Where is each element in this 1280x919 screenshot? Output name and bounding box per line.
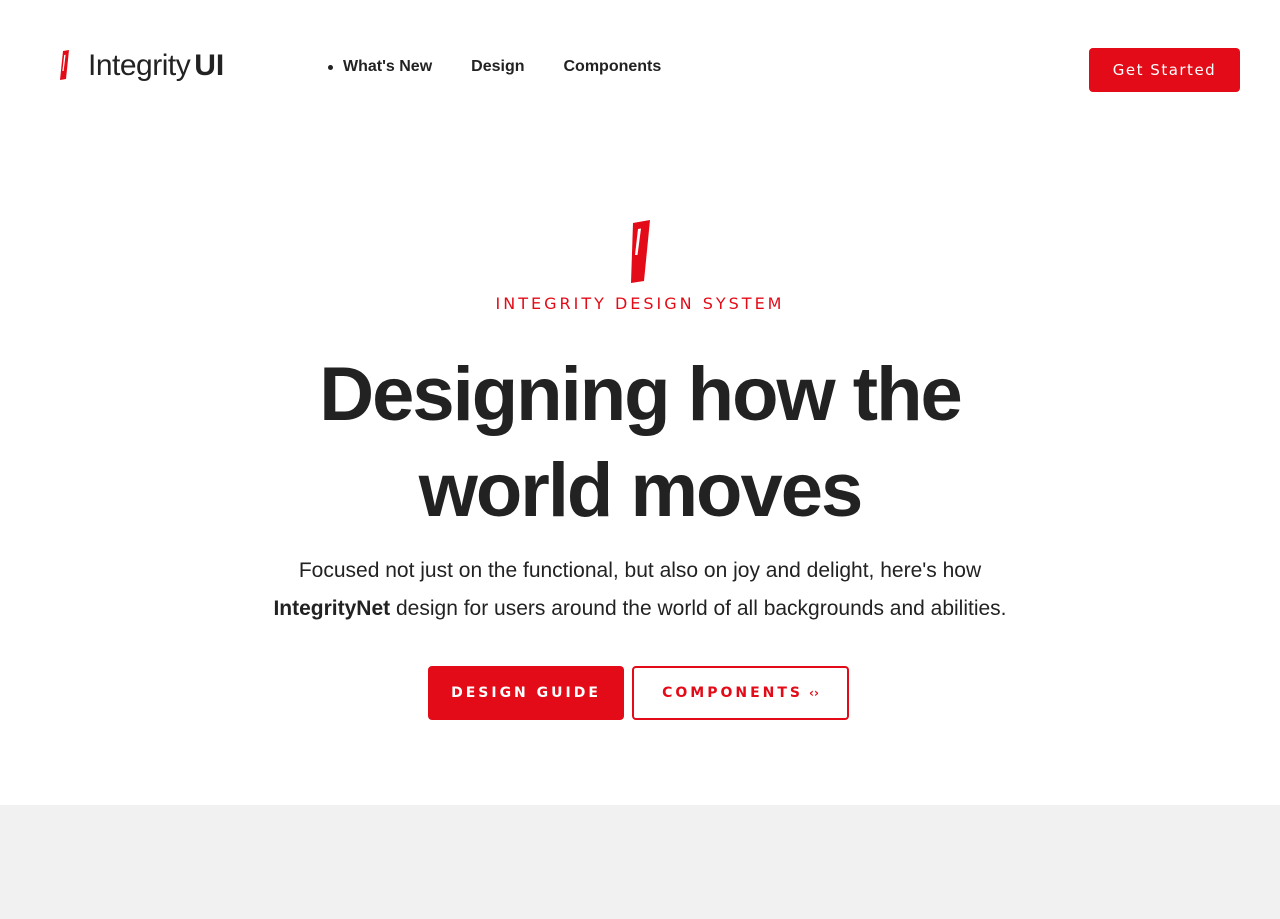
main-nav: What's New Design Components bbox=[328, 56, 661, 78]
hero-headline-line-1: Designing how the bbox=[319, 352, 963, 437]
components-button[interactable]: COMPONENTS ‹› bbox=[632, 666, 849, 720]
integrity-brush-mark-icon bbox=[56, 49, 72, 83]
nav-item-label: Components bbox=[563, 58, 662, 75]
nav-item-whats-new[interactable]: What's New bbox=[328, 58, 432, 76]
nav-item-label: What's New bbox=[343, 58, 433, 75]
brand-suffix: UI bbox=[194, 49, 225, 82]
hero-description-line-1: Focused not just on the functional, but … bbox=[298, 559, 982, 582]
hero-description-line-2: design for users around the world of all… bbox=[390, 597, 1007, 620]
nav-item-design[interactable]: Design bbox=[471, 58, 524, 76]
site-header: Integrity UI What's New Design Component… bbox=[0, 0, 1280, 140]
design-guide-label: DESIGN GUIDE bbox=[451, 685, 601, 701]
get-started-button[interactable]: Get Started bbox=[1089, 48, 1240, 92]
nav-item-label: Design bbox=[471, 58, 525, 75]
brand-logo-link[interactable]: Integrity UI bbox=[56, 44, 224, 88]
design-guide-button[interactable]: DESIGN GUIDE bbox=[428, 666, 624, 720]
hero-description: Focused not just on the functional, but … bbox=[240, 552, 1040, 628]
integrity-brush-mark-icon bbox=[627, 219, 653, 285]
nav-item-components[interactable]: Components bbox=[564, 58, 662, 76]
hero-headline: Designing how the world moves bbox=[240, 347, 1040, 539]
active-dot-icon bbox=[328, 64, 333, 70]
brand-name: Integrity bbox=[88, 49, 191, 82]
page: Integrity UI What's New Design Component… bbox=[0, 0, 1280, 919]
hero-eyebrow: INTEGRITY DESIGN SYSTEM bbox=[495, 294, 785, 313]
code-brackets-icon: ‹› bbox=[809, 686, 819, 700]
hero-description-brand: IntegrityNet bbox=[273, 597, 391, 620]
hero-actions: DESIGN GUIDE COMPONENTS ‹› bbox=[428, 666, 849, 720]
next-section-band bbox=[0, 805, 1280, 919]
hero-headline-line-2: world moves bbox=[418, 448, 864, 533]
components-label: COMPONENTS bbox=[662, 685, 803, 701]
